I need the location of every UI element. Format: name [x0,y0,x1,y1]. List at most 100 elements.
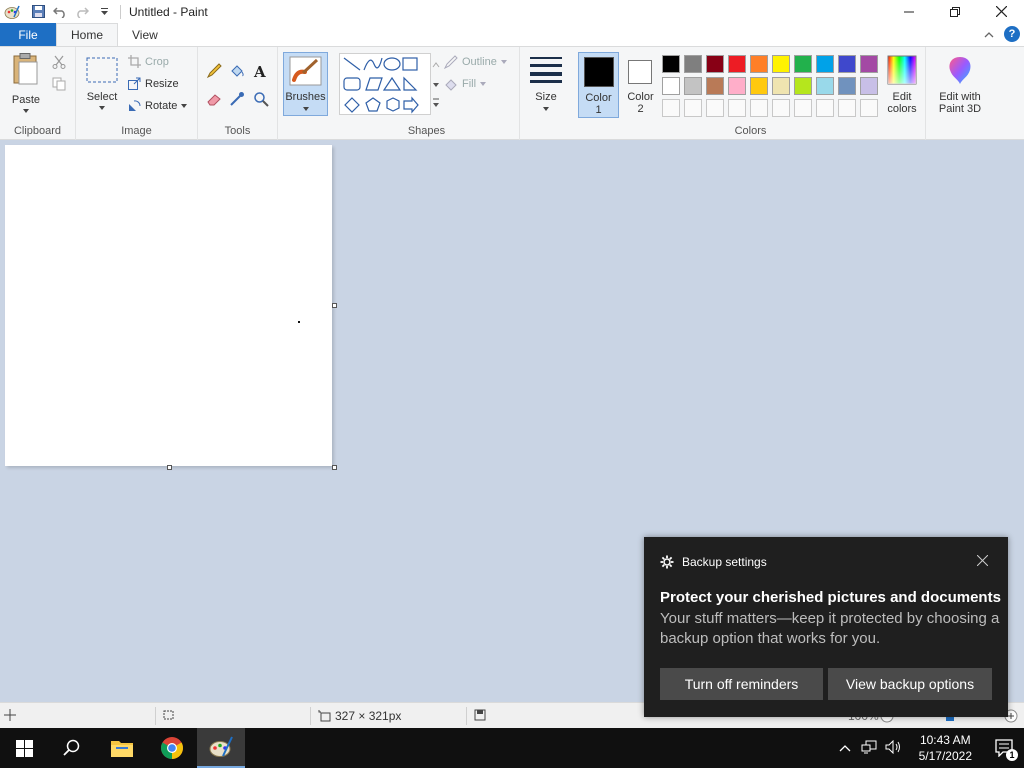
shapes-gallery-icons [343,57,419,114]
shapes-gallery[interactable] [339,53,431,115]
network-button[interactable] [861,740,877,757]
color-swatch[interactable] [706,77,724,95]
color-swatch[interactable] [794,55,812,73]
color-swatch[interactable] [860,77,878,95]
magnifier-icon[interactable] [253,91,269,107]
drawing-canvas[interactable] [5,145,332,466]
cut-icon[interactable] [52,55,66,69]
copy-icon[interactable] [52,77,66,91]
tab-view[interactable]: View [118,23,172,46]
outline-dropdown-icon [500,60,507,64]
color-swatch[interactable] [728,77,746,95]
notification-app-name: Backup settings [682,555,767,569]
tools-group-label: Tools [224,125,251,137]
edit-colors-icon [887,55,917,85]
clock[interactable]: 10:43 AM 5/17/2022 [919,732,972,764]
fill-bucket-icon[interactable] [229,63,245,79]
shapes-group-label: Shapes [407,125,446,137]
cursor-position-icon [4,709,16,721]
pencil-icon[interactable] [206,63,222,79]
text-icon[interactable]: A [253,63,269,79]
show-hidden-icons-button[interactable] [839,741,851,755]
color-swatch[interactable] [816,55,834,73]
network-icon [861,740,877,753]
color-swatch[interactable] [662,77,680,95]
color-swatch[interactable] [838,77,856,95]
edit-colors-button[interactable]: Edit colors [882,53,922,117]
custom-color-slot[interactable] [838,99,856,117]
color-picker-icon[interactable] [229,91,245,107]
custom-color-slot[interactable] [860,99,878,117]
edit-with-paint3d-button[interactable]: Edit with Paint 3D [932,53,988,117]
custom-color-slot[interactable] [662,99,680,117]
resize-button[interactable]: Resize [128,77,179,90]
custom-color-slot[interactable] [684,99,702,117]
start-button[interactable] [0,728,48,768]
save-icon[interactable] [30,4,46,20]
title-separator [120,4,121,19]
color-swatch[interactable] [684,55,702,73]
notification-close-button[interactable] [976,553,989,569]
action-center-button[interactable]: 1 [984,728,1024,768]
minimize-ribbon-icon[interactable] [984,27,994,41]
custom-color-slot[interactable] [750,99,768,117]
color-swatch[interactable] [728,55,746,73]
backup-notification: Backup settings Protect your cherished p… [644,537,1008,717]
custom-color-slot[interactable] [706,99,724,117]
help-icon[interactable]: ? [1004,26,1020,42]
resize-handle-corner[interactable] [332,465,337,470]
custom-color-slot[interactable] [794,99,812,117]
size-label: Size [535,91,557,103]
paint-app-icon[interactable] [4,4,20,20]
canvas-size-icon [318,710,331,722]
color-swatch[interactable] [750,55,768,73]
rotate-button[interactable]: Rotate [128,99,188,112]
search-button[interactable] [48,728,96,768]
paste-button[interactable]: Paste [6,51,46,115]
custom-color-slot[interactable] [772,99,790,117]
color-swatch[interactable] [772,55,790,73]
custom-color-slot[interactable] [816,99,834,117]
turn-off-reminders-button[interactable]: Turn off reminders [660,668,823,700]
custom-color-slot[interactable] [728,99,746,117]
clock-time: 10:43 AM [919,733,971,747]
maximize-button[interactable] [932,0,978,23]
close-button[interactable] [978,0,1024,23]
edit-colors-label-line1: Edit [892,91,912,103]
resize-handle-right[interactable] [332,303,337,308]
color-swatch[interactable] [838,55,856,73]
color-swatch[interactable] [794,77,812,95]
color-swatch[interactable] [750,77,768,95]
size-button[interactable]: Size [526,53,566,117]
paint-taskbar-button[interactable] [197,728,245,768]
color-swatch[interactable] [772,77,790,95]
brushes-button[interactable]: Brushes [283,52,328,116]
redo-icon[interactable] [74,4,90,20]
tab-home[interactable]: Home [56,23,119,46]
chrome-button[interactable] [148,728,196,768]
undo-icon[interactable] [52,4,68,20]
tab-file[interactable]: File [0,23,56,46]
paint-icon [209,736,233,757]
eraser-icon[interactable] [206,91,222,107]
crop-button[interactable]: Crop [128,55,169,68]
color-swatch[interactable] [684,77,702,95]
select-button[interactable]: Select [82,53,122,117]
outline-button[interactable]: Outline [444,55,507,69]
view-backup-options-button[interactable]: View backup options [828,668,992,700]
color-swatch[interactable] [860,55,878,73]
ribbon-tabs: File Home View ? [0,23,1024,46]
volume-button[interactable] [885,739,903,757]
color-swatch[interactable] [816,77,834,95]
shapes-scroll[interactable] [431,53,441,115]
color-swatch[interactable] [706,55,724,73]
speaker-icon [885,739,900,754]
rotate-dropdown-icon [181,103,188,108]
color-swatch[interactable] [662,55,680,73]
resize-handle-bottom[interactable] [167,465,172,470]
file-explorer-button[interactable] [98,728,146,768]
customize-quick-access-icon[interactable] [96,4,112,20]
minimize-button[interactable] [886,0,932,23]
fill-button[interactable]: Fill [444,77,487,91]
taskbar: 10:43 AM 5/17/2022 1 [0,728,1024,768]
